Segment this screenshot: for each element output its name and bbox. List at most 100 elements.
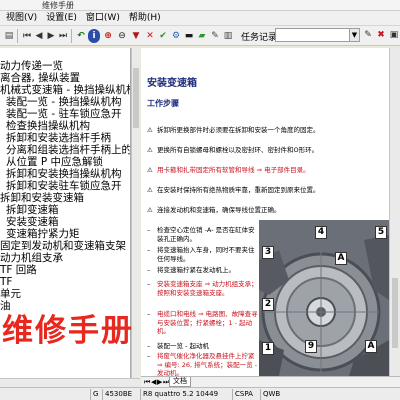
tool-icon[interactable]: ✎ — [209, 29, 221, 43]
warning-icon: ⚠ — [147, 126, 153, 134]
tree-item[interactable]: 单元 — [0, 288, 21, 300]
task-edit-icon[interactable]: ✎ — [362, 28, 374, 42]
tree-item[interactable]: 检查换挡操纵机构 — [6, 120, 90, 132]
callout-label: 9 — [305, 340, 317, 353]
tab-first-icon[interactable]: ⏮ — [144, 377, 150, 387]
document-title: 安装变速箱 — [147, 78, 197, 89]
callout-label: A — [335, 252, 347, 265]
step-text: 更换所有自锁螺母和螺栓以及密封环、密封件和O形环。 — [157, 146, 319, 154]
tree-item[interactable]: 变速箱拧紧力矩 — [6, 228, 80, 240]
scrollbar-thumb[interactable] — [392, 278, 398, 348]
check-icon[interactable]: ✔ — [157, 29, 169, 43]
tree-item[interactable]: 拆卸和安装变速箱 — [0, 192, 84, 204]
callout-label: A — [365, 340, 377, 353]
tree-item[interactable]: 拆卸和安装换挡操纵机构 — [6, 168, 122, 180]
document-icon[interactable]: ▥ — [222, 29, 234, 43]
dash-marker: – — [147, 280, 151, 288]
tab-next-icon[interactable]: ▶ — [157, 377, 162, 387]
tree-item[interactable]: 固定到发动机和变速箱支架 — [0, 240, 126, 252]
dash-marker: – — [147, 352, 151, 360]
document-tab-bar: ⏮ ◀ ▶ ⏭ 文档 — [141, 376, 400, 387]
dash-marker: – — [147, 342, 151, 350]
stop-icon[interactable]: ✕ — [144, 29, 156, 43]
menu-settings[interactable]: 设置(E) — [43, 11, 83, 26]
status-cell: CSPA — [232, 389, 253, 400]
status-bar: G 4530BE R8 quattro 5.2 10449 CSPA QWB — [0, 387, 400, 400]
dash-marker: – — [147, 226, 151, 234]
tree-item[interactable]: 装配一览 - 换挡操纵机构 — [6, 96, 121, 108]
callout-label: 4 — [315, 226, 327, 239]
callout-label: 5 — [375, 226, 387, 239]
bookmark-icon[interactable]: ▼ — [130, 29, 142, 43]
print-icon[interactable]: ▤ — [3, 29, 15, 43]
info-icon[interactable]: i — [88, 29, 100, 43]
prev-page-icon[interactable]: ◀ — [33, 29, 45, 43]
step-text: 检查空心定位销 -A- 是否在缸体安装孔正确内。 — [157, 226, 255, 243]
next-page-icon[interactable]: ▶ — [45, 29, 57, 43]
menu-help[interactable]: 帮助(H) — [126, 11, 167, 26]
tree-item[interactable]: 从位置 P 中应急解锁 — [6, 156, 103, 168]
section-heading: 工作步骤 — [147, 99, 179, 108]
dash-marker: – — [147, 310, 151, 318]
tab-document[interactable]: 文档 — [169, 377, 191, 387]
step-text[interactable]: 用卡箍和扎带固定所有软管和导线 ⇒ 电子部件目录。 — [147, 166, 372, 175]
back-icon[interactable]: ↶ — [75, 29, 87, 43]
tree-item[interactable]: 动力机组支承 — [0, 252, 63, 264]
toolbar-separator — [71, 29, 72, 43]
warning-icon: ⚠ — [147, 166, 153, 174]
tree-horizontal-scrollbar[interactable] — [0, 378, 140, 387]
tree-item[interactable]: 装配一览 - 驻车锁应急开 — [6, 108, 121, 120]
status-cell: 4530BE — [102, 389, 132, 400]
tree-item[interactable]: 拆卸变速箱 — [6, 204, 59, 216]
tree-item[interactable]: TF 回路 — [0, 264, 37, 276]
menu-window[interactable]: 窗口(W) — [83, 11, 126, 26]
tab-prev-icon[interactable]: ◀ — [151, 377, 156, 387]
tree-item[interactable]: 安装变速箱 — [6, 216, 59, 228]
settings-icon[interactable]: ⚙ — [170, 29, 182, 43]
warning-icon: ⚠ — [147, 206, 153, 214]
vehicle-icon[interactable]: ▰ — [196, 29, 208, 43]
step-item: – 将变速箱抬入车身，同时不要夹住任何导线。 — [147, 246, 259, 263]
tree-item[interactable]: 拆卸和安装选挡杆手柄 — [6, 132, 111, 144]
step-item: ⚠ 连接发动机和变速箱，确保导线位置正确。 — [147, 206, 372, 215]
tree-item[interactable]: 分离和组装选挡杆手柄上的 — [6, 144, 130, 156]
step-item: – 装配一览 - 起动机 — [147, 342, 259, 351]
first-page-icon[interactable]: ⏮ — [21, 29, 33, 43]
zoom-out-icon[interactable]: ⊖ — [116, 29, 128, 43]
step-text[interactable]: 安装变速箱支座 ⇒ 动力机组支承；按照和安装变速箱支座。 — [147, 280, 259, 297]
step-text[interactable]: 电缆口和电线 ⇒ 电路图、故障查寻与安装位置；拧紧螺栓；1 - 起动机。 — [147, 310, 259, 336]
menu-view[interactable]: 视图(V) — [3, 11, 43, 26]
zoom-in-icon[interactable]: ⊕ — [102, 29, 114, 43]
step-text: 装配一览 - 起动机 — [157, 342, 209, 350]
task-clear-icon[interactable]: ✖ — [375, 28, 387, 42]
callout-label: 1 — [262, 342, 274, 355]
step-text[interactable]: 将废气催化净化器及悬挂件上拧紧 ⇒ 编号: 26, 排气系统；装配一览 - 发动… — [147, 352, 259, 376]
warning-icon: ⚠ — [147, 146, 153, 154]
step-item: – 将废气催化净化器及悬挂件上拧紧 ⇒ 编号: 26, 排气系统；装配一览 - 发… — [147, 352, 259, 376]
watermark-text: 维修手册 — [2, 313, 134, 349]
window-title: 维修手册 — [42, 1, 74, 10]
step-text: 将变速箱拧紧在发动机上。 — [157, 266, 235, 274]
step-text: 连接发动机和变速箱，确保导线位置正确。 — [157, 206, 281, 214]
status-cell: QWB — [260, 389, 280, 400]
scrollbar-thumb[interactable] — [133, 68, 139, 128]
task-record-input[interactable] — [275, 28, 350, 42]
step-item: ⚠ 更换所有自锁螺母和螺栓以及密封环、密封件和O形环。 — [147, 146, 372, 155]
tree-item[interactable]: 动力传递一览 — [0, 60, 63, 72]
document-vertical-scrollbar[interactable] — [389, 48, 400, 376]
step-item: – 将变速箱拧紧在发动机上。 — [147, 266, 259, 275]
document-pane: 安装变速箱 工作步骤 ⚠ 拆卸所更换部件时必须要在拆卸和安装一个角度的固定。 ⚠ 更… — [141, 48, 389, 376]
status-cell: R8 quattro 5.2 10449 — [140, 389, 218, 400]
callout-label: 2 — [262, 298, 274, 311]
callout-label: 3 — [262, 246, 274, 259]
tree-item[interactable]: 机械式变速箱 - 换挡操纵机构 — [0, 84, 130, 96]
tree-item[interactable]: TF — [0, 276, 12, 288]
task-dropdown-icon[interactable]: ▼ — [350, 28, 360, 42]
last-page-icon[interactable]: ⏭ — [57, 29, 69, 43]
task-save-icon[interactable]: ▣ — [388, 28, 400, 42]
step-text: 拆卸所更换部件时必须要在拆卸和安装一个角度的固定。 — [157, 126, 320, 134]
tree-item[interactable]: 离合器, 操纵装置 — [0, 72, 80, 84]
car-icon[interactable]: ▬ — [183, 29, 195, 43]
tree-item[interactable]: 拆卸和安装驻车锁应急开 — [6, 180, 122, 192]
step-item: ⚠ 用卡箍和扎带固定所有软管和导线 ⇒ 电子部件目录。 — [147, 166, 372, 175]
